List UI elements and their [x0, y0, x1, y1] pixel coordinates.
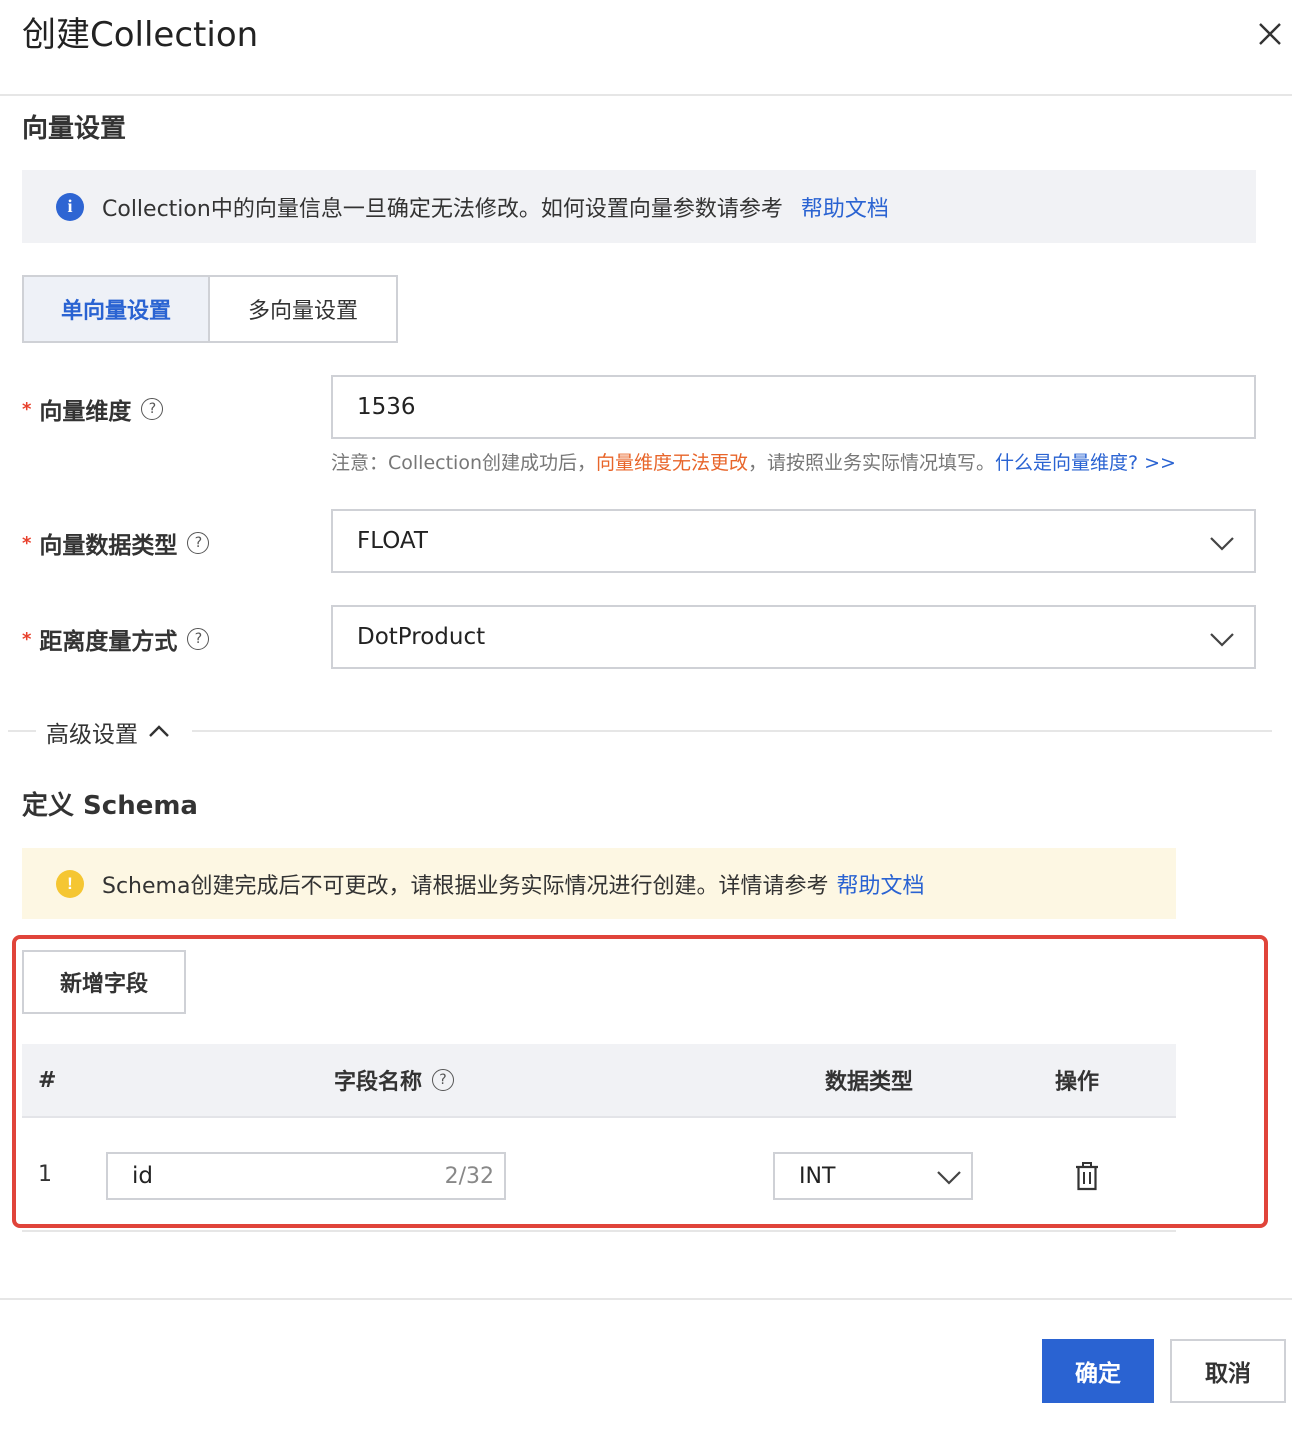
- dimension-note: 注意：Collection创建成功后，向量维度无法更改，请按照业务实际情况填写。…: [331, 450, 1176, 476]
- required-mark: *: [22, 398, 32, 420]
- header-actions: 操作: [1055, 1070, 1100, 1095]
- tab-single-vector[interactable]: 单向量设置: [24, 277, 210, 341]
- warning-banner-text: Schema创建完成后不可更改，请根据业务实际情况进行创建。详情请参考: [102, 873, 829, 899]
- chevron-down-icon: [1210, 537, 1234, 551]
- footer-divider: [0, 1298, 1292, 1300]
- required-mark: *: [22, 628, 32, 650]
- tab-multi-vector[interactable]: 多向量设置: [210, 277, 396, 341]
- chevron-up-icon: [149, 725, 169, 737]
- close-button[interactable]: [1252, 16, 1288, 52]
- close-icon: [1259, 23, 1281, 45]
- char-count: 2/32: [444, 1163, 494, 1189]
- vector-settings-title: 向量设置: [22, 114, 127, 144]
- warning-icon: !: [56, 869, 84, 898]
- data-type-label: * 向量数据类型 ?: [22, 526, 210, 560]
- table-row-divider: [22, 1230, 1176, 1232]
- help-icon[interactable]: ?: [432, 1069, 455, 1091]
- note-prefix: 注意：Collection创建成功后，: [331, 452, 596, 474]
- required-mark: *: [22, 532, 32, 554]
- help-icon[interactable]: ?: [141, 398, 164, 420]
- schema-help-doc-link[interactable]: 帮助文档: [836, 868, 924, 900]
- info-banner-text: Collection中的向量信息一旦确定无法修改。如何设置向量参数请参考: [102, 196, 783, 222]
- delete-field-button[interactable]: [1072, 1160, 1102, 1192]
- distance-metric-value: DotProduct: [357, 624, 486, 650]
- header-index: #: [38, 1067, 57, 1093]
- field-name-value: id: [132, 1163, 153, 1189]
- add-field-button[interactable]: 新增字段: [22, 950, 186, 1014]
- dimension-input[interactable]: 1536: [331, 375, 1256, 439]
- note-warning: 向量维度无法更改: [595, 452, 748, 474]
- chevron-down-icon: [937, 1171, 961, 1185]
- distance-metric-label: * 距离度量方式 ?: [22, 622, 210, 656]
- info-icon: i: [56, 192, 84, 221]
- distance-metric-label-text: 距离度量方式: [39, 629, 178, 655]
- help-icon[interactable]: ?: [187, 532, 210, 554]
- help-icon[interactable]: ?: [187, 628, 210, 650]
- advanced-settings-toggle[interactable]: 高级设置: [46, 716, 172, 748]
- cancel-button[interactable]: 取消: [1170, 1339, 1286, 1403]
- dialog-title: 创建Collection: [22, 15, 259, 55]
- dimension-label-text: 向量维度: [39, 399, 132, 425]
- chevron-down-icon: [1210, 633, 1234, 647]
- field-type-select[interactable]: INT: [773, 1152, 973, 1200]
- row-index: 1: [38, 1162, 52, 1187]
- data-type-label-text: 向量数据类型: [39, 533, 178, 559]
- note-middle: ，请按照业务实际情况填写。: [748, 452, 996, 474]
- advanced-divider-right: [192, 730, 1272, 732]
- vector-mode-tabs: 单向量设置 多向量设置: [22, 275, 398, 343]
- header-field-name-text: 字段名称: [334, 1070, 423, 1095]
- warning-banner: ! Schema创建完成后不可更改，请根据业务实际情况进行创建。详情请参考 帮助…: [22, 848, 1176, 919]
- trash-icon: [1076, 1162, 1098, 1191]
- header-field-name: 字段名称 ?: [334, 1044, 455, 1116]
- help-doc-link[interactable]: 帮助文档: [801, 191, 889, 223]
- dimension-label: * 向量维度 ?: [22, 392, 164, 426]
- schema-title: 定义 Schema: [22, 791, 198, 821]
- header-data-type: 数据类型: [825, 1070, 914, 1095]
- data-type-value: FLOAT: [357, 528, 428, 554]
- confirm-button[interactable]: 确定: [1042, 1339, 1154, 1403]
- advanced-divider-left: [8, 730, 36, 732]
- dimension-value: 1536: [357, 394, 416, 420]
- distance-metric-select[interactable]: DotProduct: [331, 605, 1256, 669]
- header-divider: [0, 94, 1292, 96]
- info-banner: i Collection中的向量信息一旦确定无法修改。如何设置向量参数请参考 帮…: [22, 170, 1256, 243]
- data-type-select[interactable]: FLOAT: [331, 509, 1256, 573]
- what-is-dimension-link[interactable]: 什么是向量维度? >>: [995, 452, 1176, 474]
- field-type-value: INT: [799, 1163, 836, 1189]
- field-name-input[interactable]: id 2/32: [106, 1152, 506, 1200]
- schema-table-header: # 字段名称 ? 数据类型 操作: [22, 1044, 1176, 1118]
- advanced-settings-label: 高级设置: [46, 722, 138, 748]
